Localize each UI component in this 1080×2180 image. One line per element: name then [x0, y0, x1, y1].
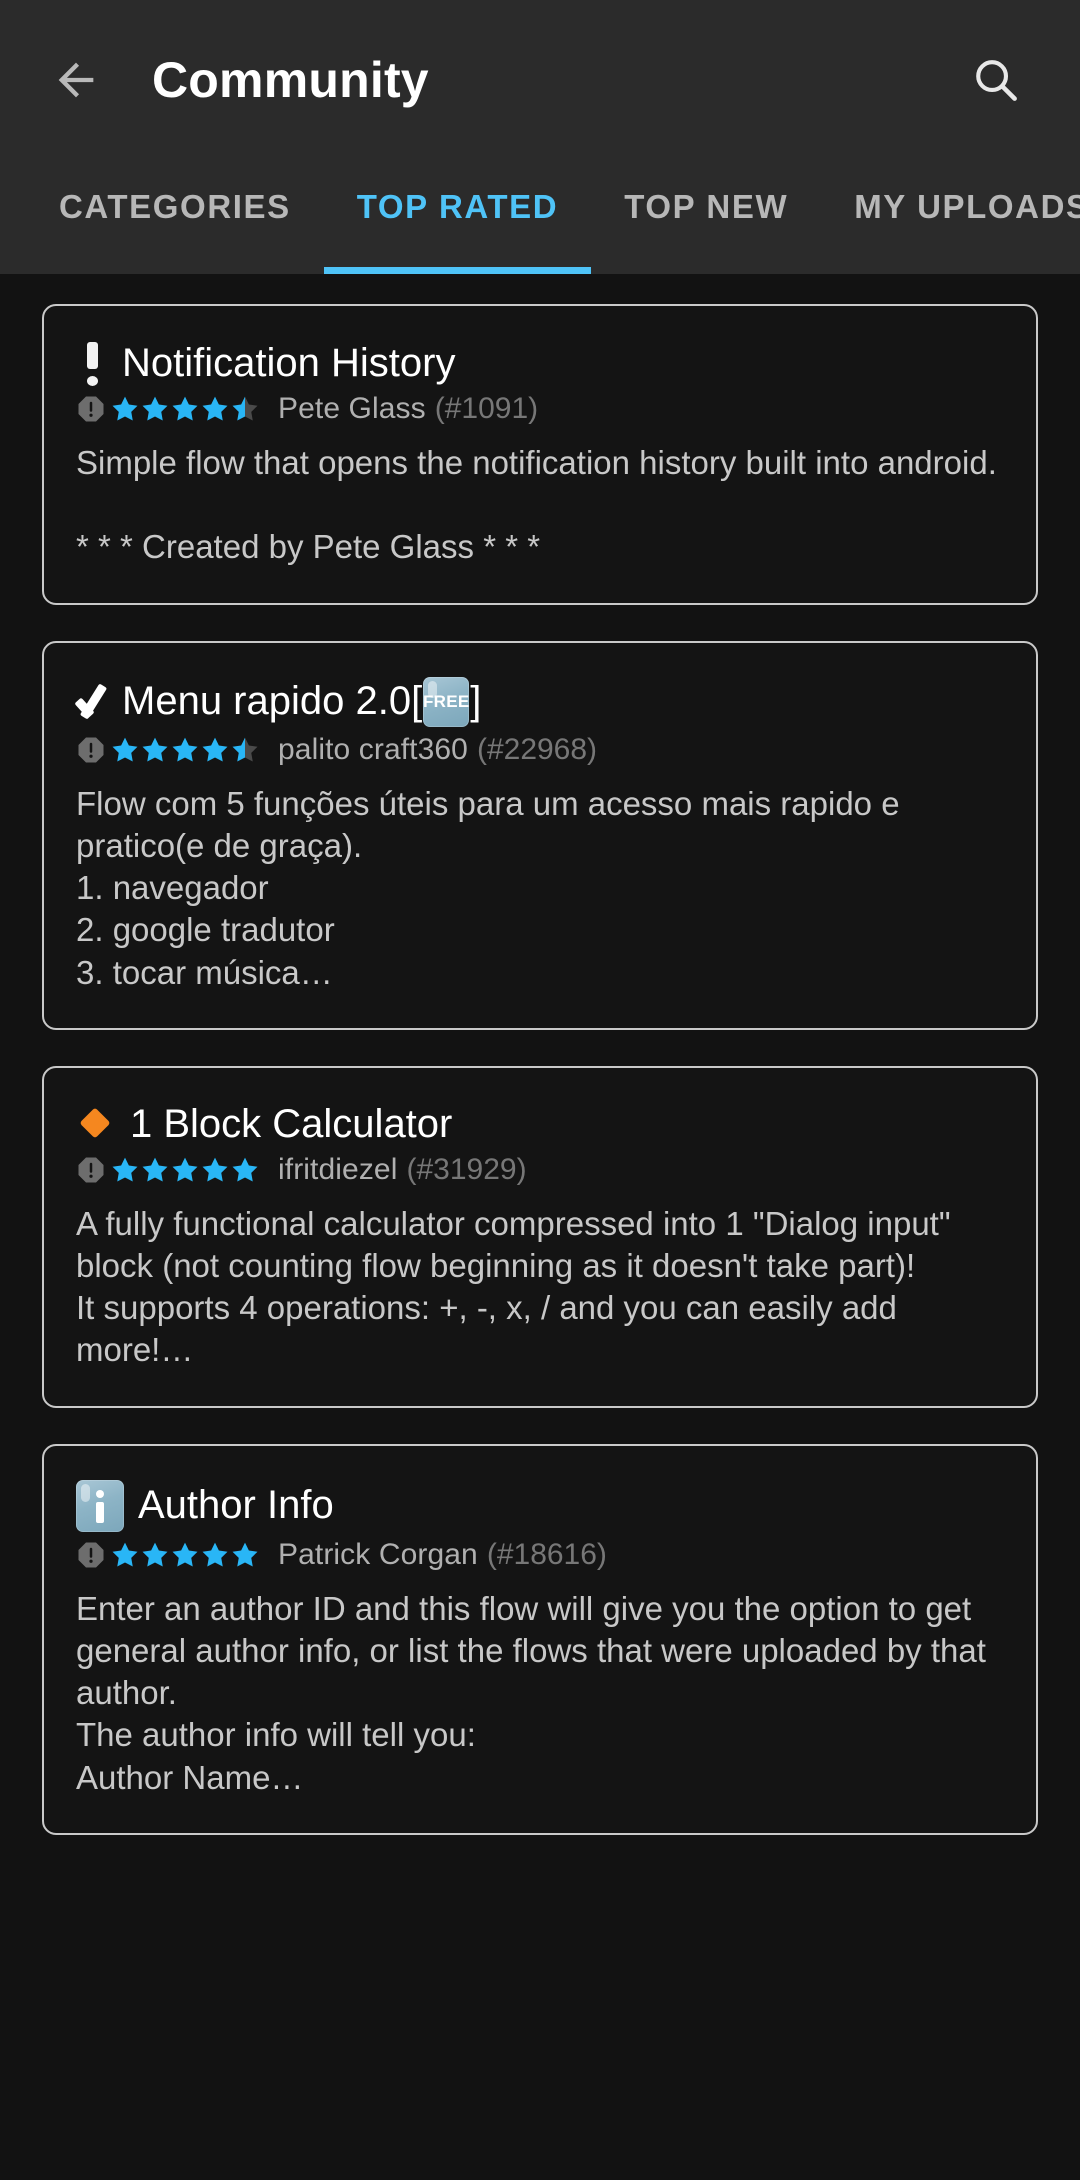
- flow-author-id: (#18616): [486, 1537, 607, 1571]
- star-filled-icon: [172, 396, 198, 421]
- star-filled-icon: [202, 1157, 228, 1182]
- page-title: Community: [152, 52, 429, 108]
- flow-list: Notification History Pete Glass (#1091) Sim…: [0, 274, 1080, 1835]
- star-filled-icon: [142, 737, 168, 762]
- star-filled-icon: [172, 1157, 198, 1182]
- heavy-check-mark-emoji: [76, 680, 120, 724]
- exclamation-mark-emoji: [76, 340, 110, 386]
- tab-label: TOP RATED: [356, 188, 559, 225]
- report-icon[interactable]: [76, 394, 106, 424]
- flow-author-id: (#1091): [434, 392, 539, 425]
- report-icon[interactable]: [76, 1155, 106, 1185]
- tab-top-rated[interactable]: TOP RATED: [323, 160, 592, 274]
- flow-description: Simple flow that opens the notification …: [76, 444, 997, 566]
- flow-title-text: Menu rapido 2.0[: [122, 679, 423, 724]
- report-icon[interactable]: [76, 1540, 106, 1570]
- small-orange-diamond-emoji: [76, 1104, 116, 1144]
- search-icon: [976, 60, 1017, 101]
- flow-title-suffix: ]: [470, 679, 482, 724]
- report-icon[interactable]: [76, 735, 106, 765]
- search-button[interactable]: [964, 48, 1028, 112]
- star-filled-icon: [232, 1157, 258, 1182]
- tab-my-uploads[interactable]: MY UPLOADS: [821, 160, 1080, 274]
- rating-stars: [110, 1155, 260, 1185]
- star-filled-icon: [112, 1157, 138, 1182]
- star-filled-icon: [142, 1157, 168, 1182]
- star-filled-icon: [202, 1542, 228, 1567]
- app-bar: Community: [0, 0, 1080, 160]
- star-half-icon: [232, 737, 258, 762]
- rating-stars: [110, 1540, 260, 1570]
- star-filled-icon: [112, 1542, 138, 1567]
- flow-description: Flow com 5 funções úteis para um acesso …: [76, 784, 900, 991]
- flow-meta-row: Patrick Corgan (#18616): [76, 1538, 1004, 1572]
- flow-meta-row: Pete Glass (#1091): [76, 392, 1004, 426]
- community-screen: Community CATEGORIES TOP RATED TOP NEW MY U…: [0, 0, 1080, 2180]
- flow-title: 1 Block Calculator: [76, 1102, 1004, 1147]
- star-filled-icon: [172, 737, 198, 762]
- flow-title-text: 1 Block Calculator: [130, 1101, 453, 1146]
- star-filled-icon: [112, 396, 138, 421]
- star-filled-icon: [202, 396, 228, 421]
- star-filled-icon: [142, 396, 168, 421]
- star-half-icon: [232, 396, 258, 421]
- tab-top-new[interactable]: TOP NEW: [591, 160, 821, 274]
- tab-categories[interactable]: CATEGORIES: [26, 160, 324, 274]
- flow-author: Patrick Corgan: [278, 1537, 478, 1571]
- flow-card[interactable]: Notification History Pete Glass (#1091) Sim…: [42, 304, 1038, 605]
- star-filled-icon: [142, 1542, 168, 1567]
- star-filled-icon: [232, 1542, 258, 1567]
- flow-title: Notification History: [76, 340, 1004, 386]
- rating-stars: [110, 394, 260, 424]
- flow-author-id: (#31929): [406, 1152, 527, 1186]
- free-badge-emoji: FREE: [423, 676, 470, 727]
- information-source-emoji: [76, 1479, 124, 1532]
- arrow-left-icon: [58, 62, 94, 98]
- flow-author: Pete Glass: [278, 392, 426, 425]
- flow-meta-row: palito craft360 (#22968): [76, 733, 1004, 767]
- tab-label: CATEGORIES: [59, 188, 291, 225]
- flow-title: Menu rapido 2.0[FREE]: [76, 676, 1004, 727]
- back-button[interactable]: [44, 48, 108, 112]
- star-filled-icon: [112, 737, 138, 762]
- flow-card[interactable]: Menu rapido 2.0[FREE] palito craft360 (#22…: [42, 640, 1038, 1030]
- flow-title-text: Notification History: [122, 340, 456, 385]
- flow-author-id: (#22968): [476, 732, 598, 766]
- tab-label: MY UPLOADS: [854, 188, 1080, 225]
- star-filled-icon: [202, 737, 228, 762]
- flow-author: ifritdiezel: [278, 1152, 398, 1186]
- star-filled-icon: [172, 1542, 198, 1567]
- flow-description: A fully functional calculator compressed…: [76, 1204, 951, 1369]
- tab-bar[interactable]: CATEGORIES TOP RATED TOP NEW MY UPLOADS: [0, 160, 1080, 274]
- flow-title: Author Info: [76, 1479, 1004, 1532]
- flow-card[interactable]: 1 Block Calculator ifritdiezel (#31929) A f…: [42, 1065, 1038, 1408]
- flow-title-text: Author Info: [138, 1483, 334, 1528]
- flow-card[interactable]: Author Info Patrick Corgan (#18616) Enter a…: [42, 1443, 1038, 1835]
- flow-description: Enter an author ID and this flow will gi…: [76, 1589, 986, 1796]
- flow-author: palito craft360: [278, 732, 468, 766]
- flow-meta-row: ifritdiezel (#31929): [76, 1153, 1004, 1187]
- rating-stars: [110, 735, 260, 765]
- tab-label: TOP NEW: [624, 188, 789, 225]
